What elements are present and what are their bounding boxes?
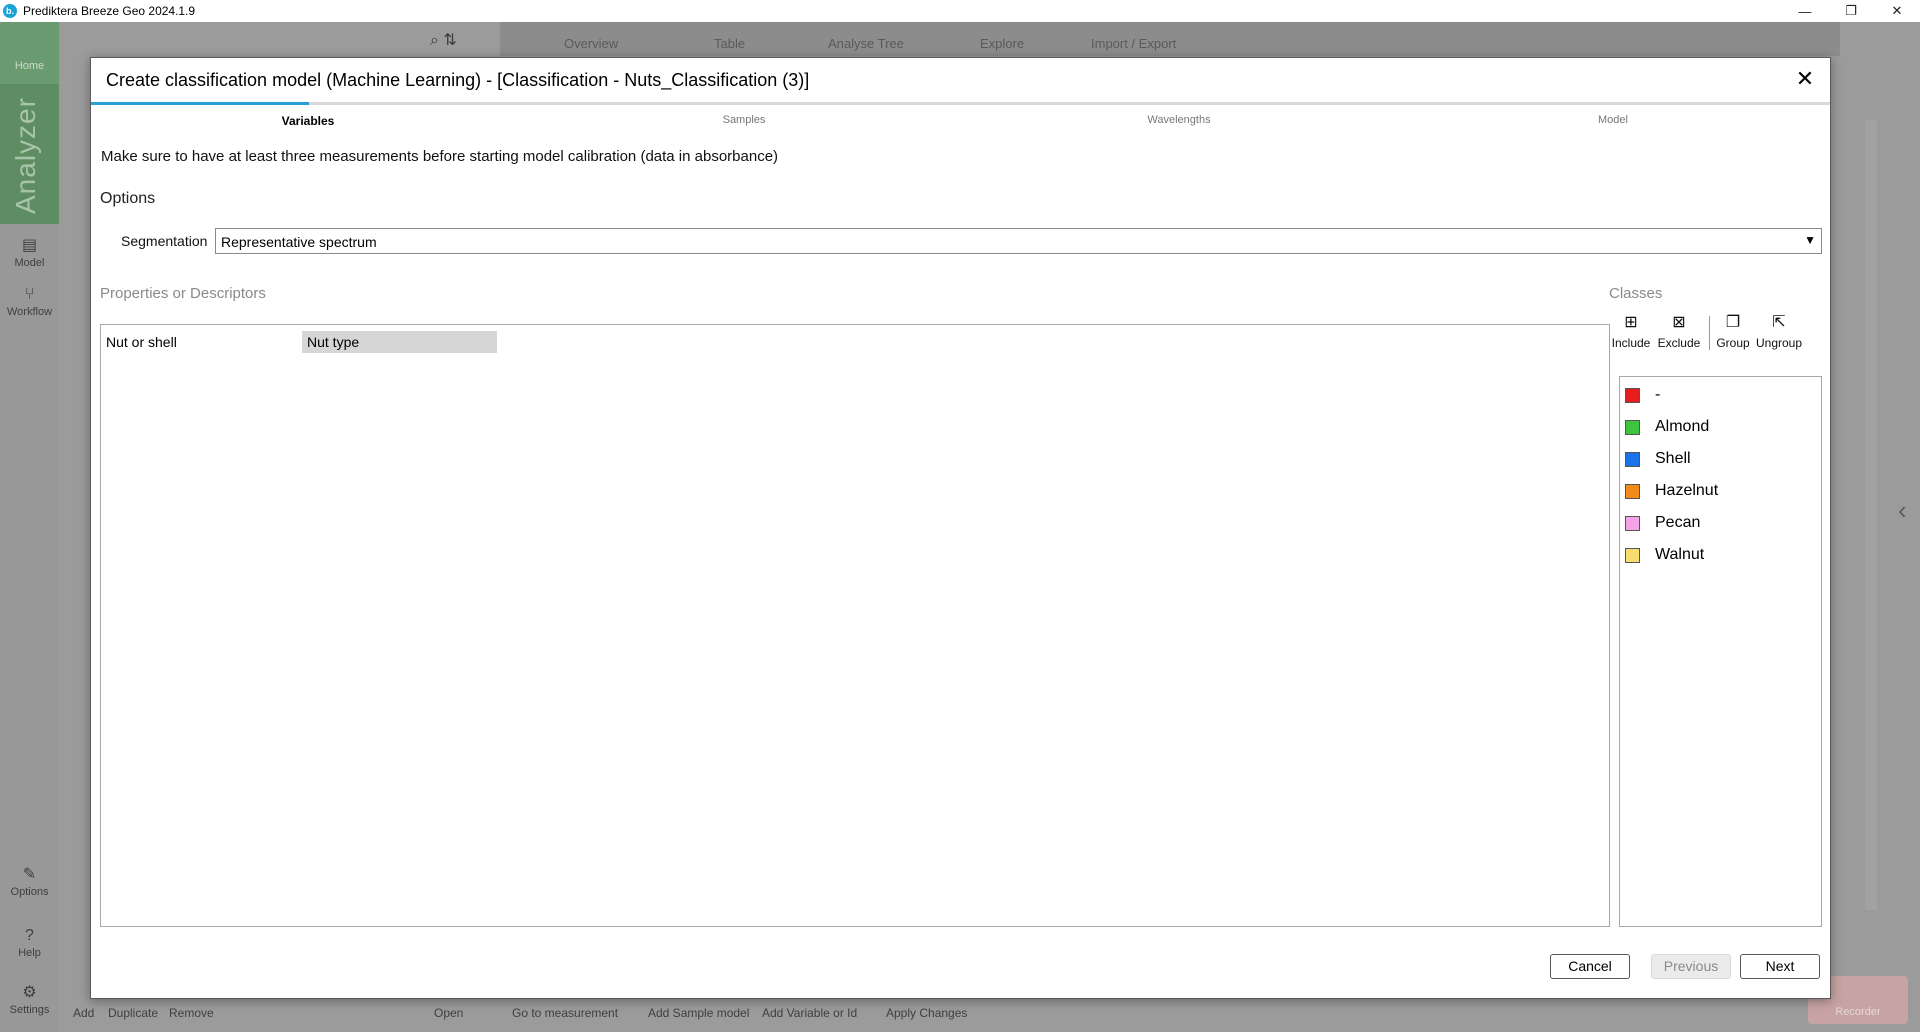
classes-heading: Classes (1609, 285, 1663, 302)
app-titlebar: b. Prediktera Breeze Geo 2024.1.9 — ❐ ✕ (0, 0, 1920, 22)
step-samples[interactable]: Samples (723, 114, 766, 126)
exclude-label: Exclude (1657, 336, 1701, 350)
classes-list[interactable]: - Almond Shell Hazelnut Pecan Walnut (1619, 376, 1822, 927)
nav-model[interactable]: ▤ Model (0, 235, 59, 269)
class-name: Walnut (1655, 546, 1705, 563)
ungroup-label: Ungroup (1755, 336, 1803, 350)
bottom-open[interactable]: Open (434, 1006, 463, 1020)
gear-icon: ⚙ (22, 984, 37, 1001)
include-icon: ⊞ (1624, 314, 1638, 331)
property-name: Nut or shell (106, 334, 177, 350)
property-value: Nut type (307, 334, 360, 350)
nav-workflow[interactable]: ⑂ Workflow (0, 286, 59, 318)
group-label: Group (1716, 336, 1750, 350)
tab-explore[interactable]: Explore (980, 36, 1024, 51)
exclude-icon: ⊠ (1672, 314, 1686, 331)
bottom-duplicate[interactable]: Duplicate (108, 1006, 158, 1020)
chart-icon: ▤ (21, 237, 38, 254)
segmentation-select[interactable]: Representative spectrum ▼ (215, 228, 1822, 254)
pencil-icon: ✎ (22, 866, 37, 883)
bottom-add-sample-model[interactable]: Add Sample model (648, 1006, 749, 1020)
dialog-title: Create classification model (Machine Lea… (106, 70, 810, 90)
nav-analyzer[interactable]: Analyzer (0, 84, 59, 224)
class-name: - (1655, 386, 1661, 403)
class-name: Hazelnut (1655, 482, 1719, 499)
exclude-button[interactable]: ⊠ Exclude (1657, 314, 1701, 350)
workflow-icon: ⑂ (24, 286, 35, 303)
property-row[interactable]: Nut or shell Nut type (101, 331, 1609, 353)
property-value-cell[interactable]: Nut type (302, 331, 497, 353)
nav-home[interactable]: Home (0, 22, 59, 84)
step-variables[interactable]: Variables (282, 114, 335, 128)
nav-settings-label: Settings (9, 1004, 50, 1016)
create-classification-dialog: Create classification model (Machine Lea… (90, 57, 1831, 999)
nav-home-label: Home (14, 60, 45, 72)
restore-icon[interactable]: ❐ (1828, 0, 1874, 22)
ungroup-button[interactable]: ⇱ Ungroup (1755, 314, 1803, 350)
nav-settings[interactable]: ⚙ Settings (0, 982, 59, 1016)
nav-help[interactable]: ? Help (0, 927, 59, 959)
nav-help-label: Help (18, 947, 41, 959)
class-name: Almond (1655, 418, 1710, 435)
background-scrollbar[interactable] (1865, 120, 1877, 910)
class-name: Shell (1655, 450, 1691, 467)
class-color-swatch (1625, 420, 1640, 435)
segmentation-value: Representative spectrum (221, 234, 377, 250)
bottom-add[interactable]: Add (73, 1006, 94, 1020)
previous-button[interactable]: Previous (1651, 954, 1731, 979)
toolbar-separator (1709, 316, 1710, 350)
tab-analyse-tree[interactable]: Analyse Tree (828, 36, 904, 51)
nav-options-label: Options (10, 886, 49, 898)
bottom-apply-changes[interactable]: Apply Changes (886, 1006, 967, 1020)
calibration-hint: Make sure to have at least three measure… (101, 148, 779, 165)
class-color-swatch (1625, 452, 1640, 467)
ungroup-icon: ⇱ (1772, 314, 1786, 331)
cancel-button[interactable]: Cancel (1550, 954, 1630, 979)
group-button[interactable]: ❐ Group (1715, 314, 1751, 350)
nav-model-label: Model (14, 257, 45, 269)
search-icon[interactable]: ⌕ ⇅ (430, 30, 457, 50)
tab-table[interactable]: Table (714, 36, 745, 51)
class-color-swatch (1625, 388, 1640, 403)
segmentation-label: Segmentation (121, 233, 208, 249)
step-progress (91, 102, 309, 105)
properties-panel[interactable]: Nut or shell Nut type (100, 324, 1610, 927)
app-title: Prediktera Breeze Geo 2024.1.9 (23, 4, 196, 18)
next-button[interactable]: Next (1740, 954, 1820, 979)
bottom-remove[interactable]: Remove (169, 1006, 214, 1020)
dropdown-arrow-icon[interactable]: ▼ (1804, 233, 1816, 247)
window-controls: — ❐ ✕ (1782, 0, 1920, 22)
left-nav: Home Analyzer ▤ Model ⑂ Workflow ✎ Options … (0, 22, 59, 1032)
class-toolbar: ⊞ Include ⊠ Exclude ❐ Group ⇱ Ungroup (1611, 314, 1821, 364)
include-button[interactable]: ⊞ Include (1611, 314, 1651, 350)
class-color-swatch (1625, 484, 1640, 499)
bottom-go-to-measurement[interactable]: Go to measurement (512, 1006, 618, 1020)
app-logo-icon: b. (3, 4, 17, 18)
nav-workflow-label: Workflow (6, 306, 53, 318)
step-wavelengths[interactable]: Wavelengths (1147, 114, 1210, 126)
help-icon: ? (25, 927, 34, 944)
recorder-label: Recorder (1835, 1006, 1881, 1018)
include-label: Include (1611, 336, 1651, 350)
chevron-left-icon[interactable]: ‹ (1898, 495, 1907, 526)
background-tabs: Overview Table Analyse Tree Explore Impo… (500, 22, 1840, 56)
step-track (91, 102, 1830, 105)
nav-analyzer-label: Analyzer (10, 97, 41, 214)
close-window-icon[interactable]: ✕ (1874, 0, 1920, 22)
class-name: Pecan (1655, 514, 1701, 531)
step-model[interactable]: Model (1598, 114, 1628, 126)
class-color-swatch (1625, 548, 1640, 563)
tab-overview[interactable]: Overview (564, 36, 618, 51)
tab-import-export[interactable]: Import / Export (1091, 36, 1176, 51)
minimize-icon[interactable]: — (1782, 0, 1828, 22)
nav-options[interactable]: ✎ Options (0, 864, 59, 898)
class-color-swatch (1625, 516, 1640, 531)
bottom-add-variable[interactable]: Add Variable or Id (762, 1006, 857, 1020)
group-icon: ❐ (1725, 314, 1741, 331)
properties-heading: Properties or Descriptors (100, 285, 266, 302)
close-icon[interactable]: ✕ (1792, 66, 1818, 92)
options-heading: Options (100, 190, 156, 207)
